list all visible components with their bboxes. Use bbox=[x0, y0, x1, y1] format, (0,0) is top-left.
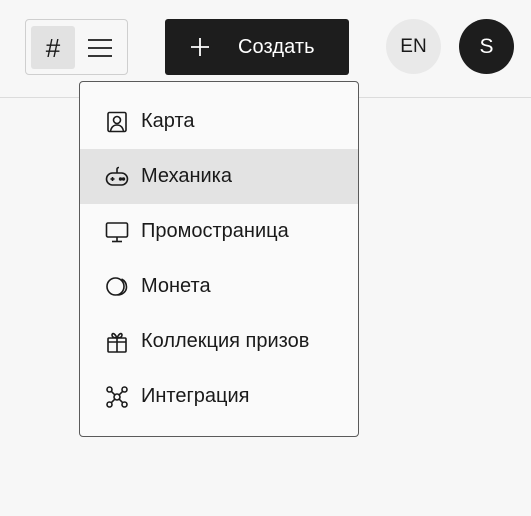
plus-icon bbox=[191, 38, 209, 56]
list-view-button[interactable] bbox=[78, 26, 122, 69]
menu-item-label: Карта bbox=[141, 110, 195, 132]
view-toggle: # bbox=[25, 19, 128, 75]
menu-item-label: Интеграция bbox=[141, 385, 250, 407]
avatar-initial: S bbox=[479, 34, 494, 58]
user-avatar[interactable]: S bbox=[459, 19, 514, 74]
menu-item-label: Монета bbox=[141, 275, 211, 297]
menu-icon bbox=[88, 38, 112, 57]
menu-item-label: Промостраница bbox=[141, 220, 289, 242]
menu-item-prize-collection[interactable]: Коллекция призов bbox=[80, 314, 358, 369]
menu-item-label: Коллекция призов bbox=[141, 330, 310, 352]
grid-view-button[interactable]: # bbox=[31, 26, 75, 69]
create-button-label: Создать bbox=[238, 35, 315, 58]
menu-item-coin[interactable]: Монета bbox=[80, 259, 358, 314]
create-button[interactable]: Создать bbox=[165, 19, 349, 75]
network-icon bbox=[105, 385, 129, 409]
gamepad-icon bbox=[105, 165, 129, 189]
menu-item-mechanics[interactable]: Механика bbox=[80, 149, 358, 204]
monitor-icon bbox=[105, 220, 129, 244]
portrait-card-icon bbox=[105, 110, 129, 134]
create-dropdown-menu: Карта Механика Промостраница Монета Колл… bbox=[79, 81, 359, 437]
menu-item-promo-page[interactable]: Промостраница bbox=[80, 204, 358, 259]
hash-icon: # bbox=[45, 32, 61, 63]
menu-item-integration[interactable]: Интеграция bbox=[80, 369, 358, 424]
menu-item-label: Механика bbox=[141, 165, 232, 187]
coin-icon bbox=[105, 275, 129, 299]
gift-icon bbox=[105, 330, 129, 354]
language-switch-button[interactable]: EN bbox=[386, 19, 441, 74]
menu-item-card[interactable]: Карта bbox=[80, 94, 358, 149]
language-label: EN bbox=[400, 35, 427, 57]
